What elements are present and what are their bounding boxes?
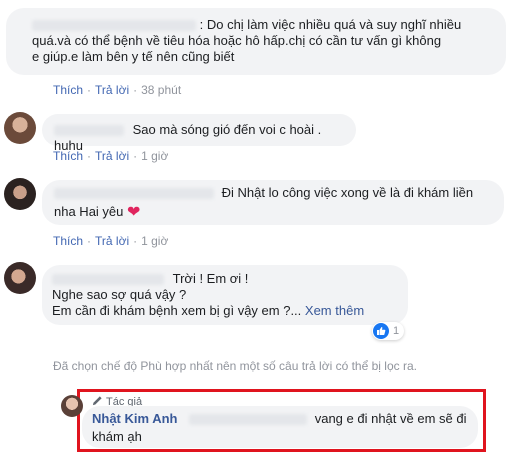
comment-text: : Do chị làm việc nhiều quá và suy nghĩ … [199, 17, 462, 32]
comment-text-line: e giúp.e làm bên y tế nên cũng biết [32, 49, 235, 64]
hidden-commenter-name [52, 274, 164, 286]
comment-text-line: quá.và có thể bệnh về tiêu hóa hoặc hô h… [32, 33, 442, 48]
comment-bubble: Đi Nhật lo công việc xong về là đi khám … [42, 180, 504, 225]
comment-text: Nghe sao sợ quá vậy ? [52, 287, 187, 302]
hidden-commenter-name [54, 125, 124, 137]
reply-link[interactable]: Trả lời [95, 83, 129, 97]
reaction-badge[interactable]: 1 [372, 322, 405, 340]
like-link[interactable]: Thích [53, 149, 83, 163]
see-more-link[interactable]: Xem thêm [305, 303, 364, 318]
comment-bubble: Sao mà sóng gió đến voi c hoài . huhu [42, 114, 356, 153]
author-comment-text: khám ạh [92, 429, 142, 444]
avatar[interactable] [4, 112, 36, 144]
author-avatar[interactable] [61, 395, 83, 417]
author-comment-text: vang e đi nhật về em sẽ đi [314, 411, 467, 426]
reaction-count: 1 [393, 325, 400, 337]
avatar[interactable] [4, 178, 36, 210]
comment-bubble: : Do chị làm việc nhiều quá và suy nghĩ … [6, 8, 506, 75]
like-reaction-icon [373, 323, 389, 339]
hidden-tagged-name [189, 414, 308, 426]
comment-text: Em cần đi khám bệnh xem bị gì vậy em ?..… [52, 303, 302, 318]
hidden-commenter-name [32, 20, 196, 32]
hidden-commenter-name [54, 188, 214, 200]
comment-text: Đi Nhật lo công việc xong về là đi khám … [221, 185, 474, 200]
comment-time[interactable]: 1 giờ [141, 149, 168, 163]
heart-emoji: ❤ [127, 204, 141, 221]
like-link[interactable]: Thích [53, 234, 83, 248]
comment-bubble: Trời ! Em ơi ! Nghe sao sợ quá vậy ? Em … [42, 265, 408, 325]
reply-link[interactable]: Trả lời [95, 149, 129, 163]
comment-text: nha Hai yêu [54, 204, 124, 219]
comment-actions: Thích · Trả lời · 1 giờ [53, 149, 169, 163]
author-name[interactable]: Nhật Kim Anh [92, 411, 177, 426]
author-comment-bubble: Nhật Kim Anh vang e đi nhật về em sẽ đi … [82, 406, 478, 448]
reply-link[interactable]: Trả lời [95, 234, 129, 248]
comment-text-line: : Do chị làm việc nhiều quá và suy nghĩ … [32, 17, 494, 33]
comment-text: Trời ! Em ơi ! [172, 271, 249, 286]
comment-actions: Thích · Trả lời · 38 phút [53, 83, 182, 97]
comment-time[interactable]: 38 phút [141, 83, 181, 97]
filter-note: Đã chọn chế độ Phù hợp nhất nên một số c… [53, 359, 417, 373]
comment-time[interactable]: 1 giờ [141, 234, 168, 248]
comment-actions: Thích · Trả lời · 1 giờ [53, 234, 169, 248]
avatar[interactable] [4, 262, 36, 294]
like-link[interactable]: Thích [53, 83, 83, 97]
